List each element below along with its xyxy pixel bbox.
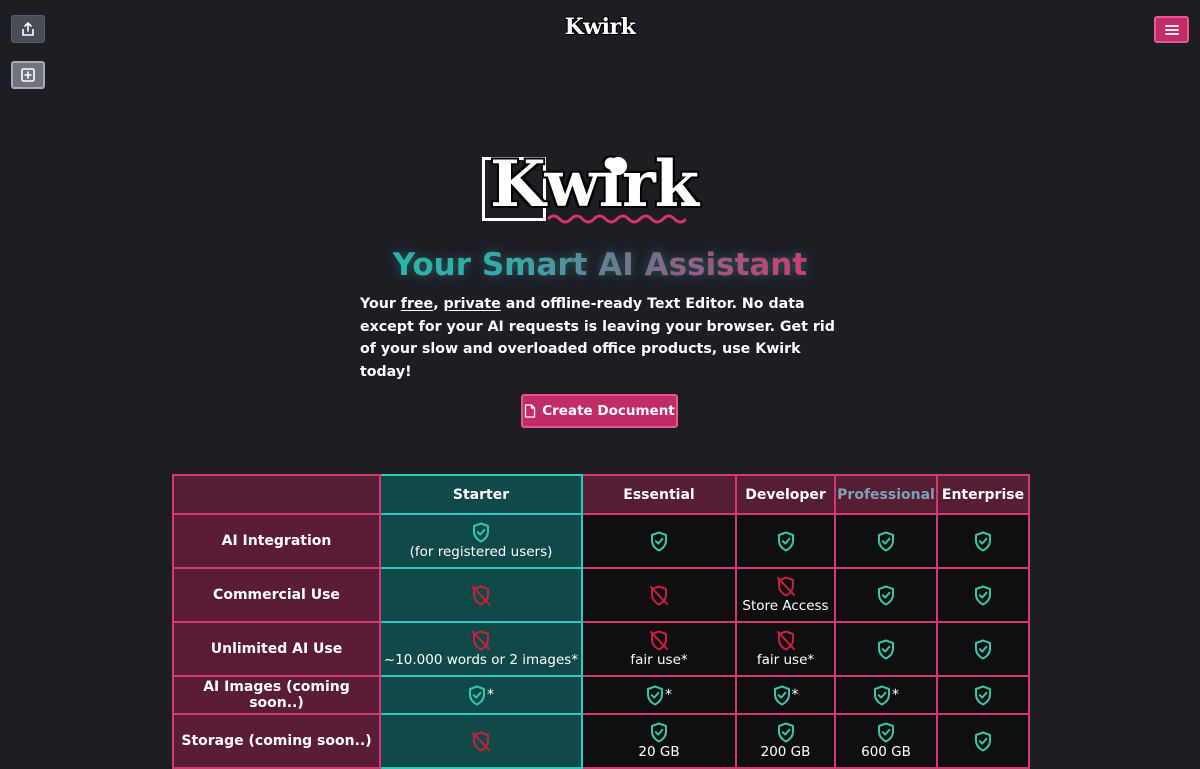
row-label: Unlimited AI Use <box>172 621 381 677</box>
footnote-marker: * <box>892 687 899 703</box>
table-cell <box>379 567 583 623</box>
intro-text: Your free, private and offline-ready Tex… <box>360 296 835 380</box>
header-professional: Professional <box>834 474 938 515</box>
shield-check-icon <box>975 639 991 659</box>
logo-squiggle <box>548 214 686 224</box>
shield-check-icon <box>878 639 894 659</box>
logo-i-dot <box>609 157 627 175</box>
table-cell <box>834 567 938 623</box>
table-cell: * <box>735 675 836 715</box>
cell-note: (for registered users) <box>409 543 553 560</box>
plus-square-icon <box>21 68 35 82</box>
shield-off-icon <box>650 630 668 650</box>
shield-check-icon <box>878 531 894 551</box>
cell-note: ~10.000 words or 2 images* <box>383 651 579 668</box>
table-row: Unlimited AI Use ~10.000 words or 2 image… <box>172 621 1030 677</box>
header-logo[interactable]: Kwirk <box>0 14 1200 40</box>
shield-off-icon <box>650 585 668 605</box>
shield-off-icon <box>472 731 490 751</box>
cell-note: 200 GB <box>760 743 811 760</box>
private-link[interactable]: private <box>444 296 501 312</box>
shield-check-icon <box>975 531 991 551</box>
table-cell <box>936 675 1030 715</box>
cell-note: Store Access <box>742 597 829 614</box>
footnote-marker: * <box>665 687 672 703</box>
menu-button[interactable] <box>1154 16 1189 43</box>
row-label: AI Integration <box>172 513 381 569</box>
table-cell: fair use* <box>735 621 836 677</box>
cell-note: 20 GB <box>638 743 680 760</box>
table-cell <box>581 567 737 623</box>
table-cell: Store Access <box>735 567 836 623</box>
header-essential: Essential <box>581 474 737 515</box>
table-cell <box>834 513 938 569</box>
shield-check-icon <box>975 585 991 605</box>
row-label: AI Images (coming soon..) <box>172 675 381 715</box>
header-developer: Developer <box>735 474 836 515</box>
row-label: Storage (coming soon..) <box>172 713 381 769</box>
table-cell: * <box>379 675 583 715</box>
new-document-button[interactable] <box>11 61 45 89</box>
hero-logo: Kwirk <box>482 147 722 233</box>
shield-check-icon <box>777 722 794 742</box>
tagline: Your Smart AI Assistant <box>392 247 808 283</box>
table-header-row: Starter Essential Developer Professional… <box>172 474 1030 515</box>
table-cell <box>834 621 938 677</box>
header-empty <box>172 474 381 515</box>
table-cell <box>936 713 1030 769</box>
table-cell: ~10.000 words or 2 images* <box>379 621 583 677</box>
table-cell: * <box>834 675 938 715</box>
shield-check-icon <box>651 531 667 551</box>
shield-check-icon <box>975 731 991 751</box>
shield-check-icon <box>878 585 894 605</box>
shield-off-icon <box>472 630 490 650</box>
header-starter: Starter <box>379 474 583 515</box>
shield-check-icon <box>469 685 485 705</box>
table-cell <box>936 621 1030 677</box>
table-row: AI Images (coming soon..) * * * * <box>172 675 1030 715</box>
header-enterprise: Enterprise <box>936 474 1030 515</box>
table-cell: fair use* <box>581 621 737 677</box>
shield-check-icon <box>773 685 790 705</box>
shield-off-icon <box>776 630 795 650</box>
table-cell <box>735 513 836 569</box>
table-cell <box>936 513 1030 569</box>
free-link[interactable]: free <box>401 296 433 312</box>
shield-check-icon <box>777 531 794 551</box>
shield-check-icon <box>874 685 890 705</box>
shield-off-icon <box>472 585 490 605</box>
document-icon <box>525 404 536 418</box>
table-cell: (for registered users) <box>379 513 583 569</box>
table-cell: 200 GB <box>735 713 836 769</box>
row-label: Commercial Use <box>172 567 381 623</box>
footnote-marker: * <box>487 687 494 703</box>
table-row: Storage (coming soon..) 20 GB 200 GB 600 GB <box>172 713 1030 769</box>
create-document-label: Create Document <box>542 403 675 419</box>
cell-note: fair use* <box>756 651 815 668</box>
shield-check-icon <box>473 522 489 542</box>
shield-off-icon <box>776 576 795 596</box>
table-row: Commercial Use Store Access <box>172 567 1030 623</box>
cell-note: 600 GB <box>861 743 911 760</box>
shield-check-icon <box>647 685 663 705</box>
table-cell <box>581 513 737 569</box>
cell-note: fair use* <box>630 651 688 668</box>
hamburger-menu-icon <box>1164 24 1179 35</box>
create-document-button[interactable]: Create Document <box>521 394 678 428</box>
table-cell <box>379 713 583 769</box>
table-cell <box>936 567 1030 623</box>
shield-check-icon <box>651 722 667 742</box>
shield-check-icon <box>878 722 894 742</box>
table-cell: 20 GB <box>581 713 737 769</box>
table-cell: * <box>581 675 737 715</box>
table-cell: 600 GB <box>834 713 938 769</box>
table-row: AI Integration (for registered users) <box>172 513 1030 569</box>
plan-comparison-table: Starter Essential Developer Professional… <box>172 474 1030 769</box>
shield-check-icon <box>975 685 991 705</box>
footnote-marker: * <box>791 687 799 703</box>
